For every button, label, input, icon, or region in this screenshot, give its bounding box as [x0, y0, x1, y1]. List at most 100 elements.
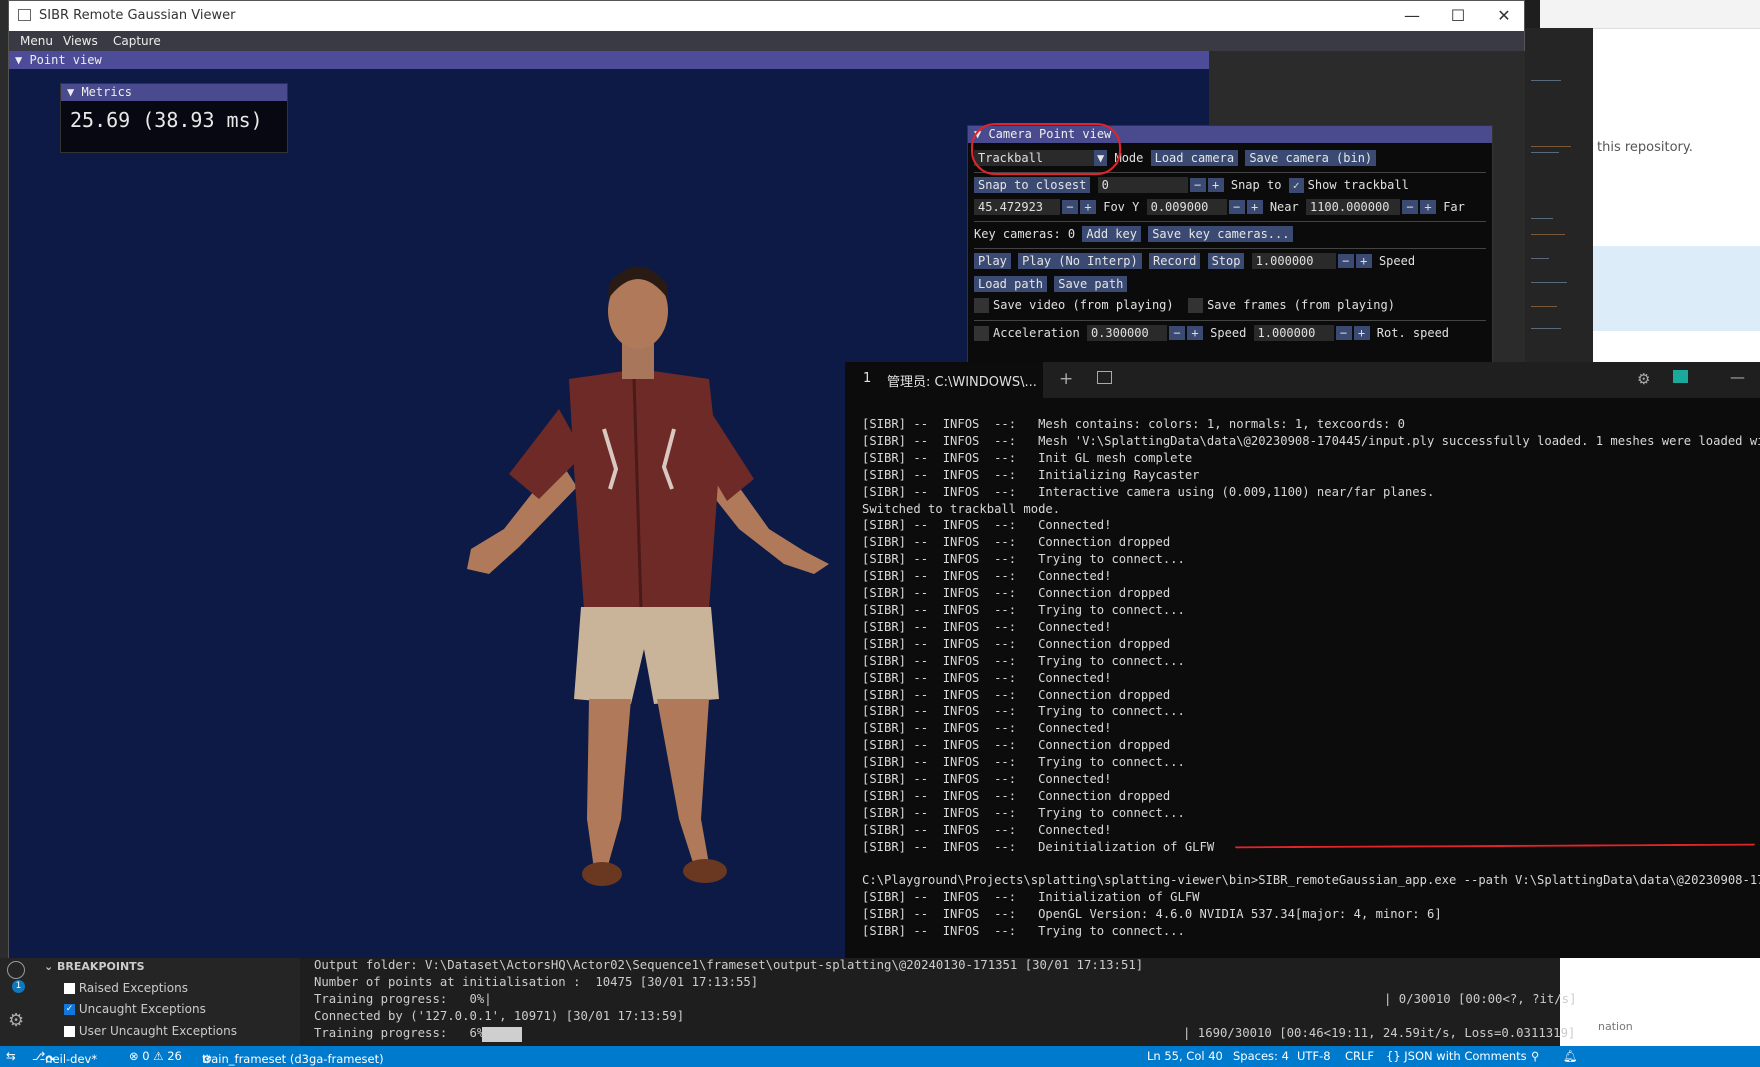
record-button[interactable]: Record — [1148, 253, 1201, 269]
terminal-line: [SIBR] -- INFOS --: Connected! — [862, 822, 1112, 837]
terminal-minimize-button[interactable]: — — [1730, 368, 1745, 386]
encoding[interactable]: UTF-8 — [1297, 1049, 1331, 1063]
terminal-line: [SIBR] -- INFOS --: Connected! — [862, 772, 1112, 787]
fovy-minus-button[interactable]: − — [1062, 200, 1078, 214]
branch-item[interactable]: ⎇ neil-dev* ⟳ — [32, 1049, 97, 1066]
terminal-line: [SIBR] -- INFOS --: Trying to connect... — [862, 552, 1185, 567]
acceleration-input[interactable]: 0.300000 — [1086, 325, 1167, 341]
acceleration-plus-button[interactable]: + — [1186, 326, 1203, 340]
uncaught-exceptions-label: Uncaught Exceptions — [78, 1002, 206, 1016]
raised-exceptions-checkbox[interactable] — [64, 983, 75, 994]
speed-minus-button[interactable]: − — [1337, 254, 1354, 268]
terminal-line: C:\Playground\Projects\splatting\splatti… — [862, 873, 1760, 888]
terminal-window: 1 管理员: C:\WINDOWS\... + ⚙ — [SIBR] -- IN… — [845, 362, 1760, 958]
output-panel: Output folder: V:\Dataset\ActorsHQ\Actor… — [300, 958, 1577, 1046]
save-path-button[interactable]: Save path — [1054, 276, 1128, 292]
save-video-checkbox[interactable] — [974, 298, 989, 313]
menu-menu[interactable]: Menu — [20, 34, 53, 48]
terminal-line: [SIBR] -- INFOS --: Connected! — [862, 518, 1112, 533]
output-line-3: Training progress: 0%| — [314, 992, 492, 1006]
menu-capture[interactable]: Capture — [113, 34, 161, 48]
menu-views[interactable]: Views — [63, 34, 98, 48]
uncaught-exceptions-checkbox[interactable]: ✓ — [64, 1004, 75, 1015]
user-uncaught-exceptions-label: User Uncaught Exceptions — [78, 1024, 237, 1038]
play-no-interp-button[interactable]: Play (No Interp) — [1018, 253, 1142, 269]
fovy-plus-button[interactable]: + — [1080, 200, 1096, 214]
save-camera-button[interactable]: Save camera (bin) — [1245, 150, 1377, 166]
metrics-panel: ▼ Metrics 25.69 (38.93 ms) — [60, 83, 288, 153]
far-plus-button[interactable]: + — [1419, 200, 1436, 214]
speed2-input[interactable]: 1.000000 — [1253, 325, 1334, 341]
settings-gear-icon[interactable]: ⚙ — [1637, 370, 1650, 388]
near-plus-button[interactable]: + — [1246, 200, 1263, 214]
remote-icon[interactable]: ⇆ — [6, 1049, 16, 1063]
snap-to-closest-button[interactable]: Snap to closest — [974, 177, 1091, 193]
play-button[interactable]: Play — [974, 253, 1011, 269]
bp-user-uncaught[interactable]: User Uncaught Exceptions — [64, 1024, 237, 1038]
language-mode[interactable]: {} JSON with Comments — [1386, 1049, 1527, 1063]
sync-icon[interactable]: ⟳ — [45, 1052, 55, 1066]
terminal-tab[interactable]: 1 管理员: C:\WINDOWS\... — [845, 362, 1043, 398]
acceleration-checkbox[interactable] — [974, 326, 989, 341]
app-icon — [18, 9, 31, 21]
maximize-button[interactable]: ☐ — [1435, 4, 1481, 28]
account-icon[interactable] — [7, 961, 25, 979]
add-key-button[interactable]: Add key — [1082, 226, 1141, 242]
save-frames-label: Save frames (from playing) — [1207, 298, 1395, 312]
notifications-bell-icon[interactable]: 🔔︎ — [1563, 1049, 1578, 1063]
output-line-1: Output folder: V:\Dataset\ActorsHQ\Actor… — [314, 958, 1144, 972]
breakpoints-header: ⌄ BREAKPOINTS — [44, 960, 145, 973]
load-path-button[interactable]: Load path — [974, 276, 1048, 292]
terminal-line: [SIBR] -- INFOS --: Connection dropped — [862, 687, 1171, 702]
sibr-titlebar: SIBR Remote Gaussian Viewer — ☐ ✕ — [9, 1, 1524, 31]
near-label: Near — [1269, 200, 1299, 214]
feedback-icon[interactable]: ⚲ — [1531, 1049, 1539, 1063]
acceleration-label: Acceleration — [993, 326, 1080, 340]
terminal-tab-number: 1 — [863, 371, 872, 386]
save-key-cameras-button[interactable]: Save key cameras... — [1148, 226, 1294, 242]
speed-plus-button[interactable]: + — [1355, 254, 1372, 268]
speed-input[interactable]: 1.000000 — [1251, 253, 1336, 269]
bp-uncaught[interactable]: ✓ Uncaught Exceptions — [64, 1002, 206, 1016]
minimize-button[interactable]: — — [1389, 4, 1435, 28]
point-view-header[interactable]: ▼ Point view — [9, 51, 1209, 69]
bp-raised[interactable]: Raised Exceptions — [64, 981, 188, 995]
user-uncaught-exceptions-checkbox[interactable] — [64, 1026, 75, 1037]
far-input[interactable]: 1100.000000 — [1305, 199, 1400, 215]
account-badge: 1 — [12, 980, 25, 993]
terminal-line: [SIBR] -- INFOS --: Connection dropped — [862, 738, 1171, 753]
stop-button[interactable]: Stop — [1207, 253, 1245, 269]
terminal-line: [SIBR] -- INFOS --: Trying to connect... — [862, 602, 1185, 617]
terminal-line: [SIBR] -- INFOS --: Trying to connect... — [862, 805, 1185, 820]
problems-item[interactable]: ⊗ 0 ⚠ 26 — [129, 1049, 182, 1063]
terminal-line: [SIBR] -- INFOS --: Trying to connect... — [862, 653, 1185, 668]
snap-plus-button[interactable]: + — [1207, 178, 1224, 192]
save-frames-checkbox[interactable] — [1188, 298, 1204, 313]
far-minus-button[interactable]: − — [1401, 200, 1418, 214]
manage-gear-icon[interactable]: ⚙ — [8, 1010, 24, 1031]
status-bar: ⇆ ⎇ neil-dev* ⟳ ⊗ 0 ⚠ 26 ⚙ train_framese… — [0, 1046, 1760, 1067]
tab-dropdown-icon[interactable] — [1097, 371, 1112, 384]
cursor-position[interactable]: Ln 55, Col 40 — [1147, 1049, 1223, 1063]
show-trackball-checkbox[interactable]: ✓ — [1288, 178, 1304, 193]
new-tab-button[interactable]: + — [1059, 369, 1073, 389]
near-input[interactable]: 0.009000 — [1146, 199, 1227, 215]
snap-minus-button[interactable]: − — [1189, 178, 1206, 192]
indentation[interactable]: Spaces: 4 — [1233, 1049, 1289, 1063]
rot-speed-label: Rot. speed — [1376, 326, 1450, 340]
vscode-tabbar — [1540, 0, 1760, 29]
red-annotation-circle — [971, 123, 1121, 175]
gift-icon[interactable] — [1673, 370, 1688, 383]
fovy-input[interactable]: 45.472923 — [974, 199, 1060, 215]
speed2-plus-button[interactable]: + — [1353, 326, 1370, 340]
near-minus-button[interactable]: − — [1228, 200, 1245, 214]
chevron-down-icon[interactable]: ⌄ — [44, 960, 57, 973]
eol[interactable]: CRLF — [1345, 1049, 1374, 1063]
close-button[interactable]: ✕ — [1481, 4, 1527, 28]
acceleration-minus-button[interactable]: − — [1168, 326, 1185, 340]
snap-index-input[interactable]: 0 — [1097, 177, 1188, 193]
speed2-minus-button[interactable]: − — [1335, 326, 1352, 340]
metrics-header[interactable]: ▼ Metrics — [61, 84, 287, 101]
load-camera-button[interactable]: Load camera — [1150, 150, 1239, 166]
terminal-line: [SIBR] -- INFOS --: Mesh 'V:\SplattingDa… — [862, 433, 1760, 448]
